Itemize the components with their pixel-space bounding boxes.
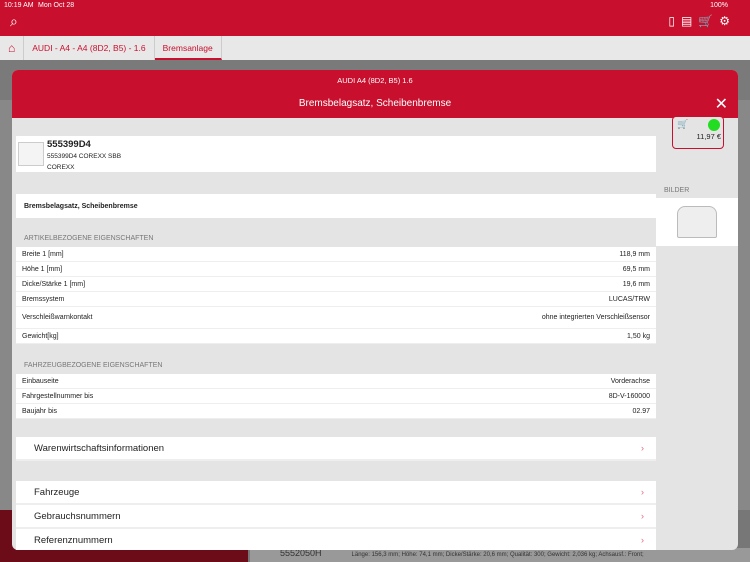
nav-group-2: Fahrzeuge › Gebrauchsnummern › Referenznumme…: [16, 481, 656, 550]
chevron-right-icon: ›: [640, 486, 644, 498]
property-value: Vorderachse: [610, 377, 650, 385]
stock-indicator: [708, 119, 720, 131]
chevron-right-icon: ›: [640, 442, 644, 454]
property-row: Bremssystem LUCAS/TRW: [16, 292, 656, 307]
chevron-right-icon: ›: [640, 510, 644, 522]
article-card: 555399D4 555399D4 COREXX SBB COREXX: [16, 136, 656, 172]
property-label: Baujahr bis: [22, 407, 58, 415]
nav-label: Referenznummern: [34, 534, 113, 546]
property-label: Dicke/Stärke 1 [mm]: [22, 280, 86, 288]
article-brand: COREXX: [47, 164, 75, 171]
status-date: Mon Oct 28: [38, 2, 75, 9]
property-value: 02.97: [632, 407, 650, 415]
nav-label: Gebrauchsnummern: [34, 510, 121, 522]
property-label: Breite 1 [mm]: [22, 250, 64, 258]
modal-header: AUDI A4 (8D2, B5) 1.6 Bremsbelagsatz, Sc…: [12, 70, 738, 118]
app-header: 10:19 AM Mon Oct 28 100% ⌕ ▯▤🛒⚙: [0, 0, 750, 36]
close-icon[interactable]: ✕: [715, 94, 728, 114]
nav-fahrzeuge[interactable]: Fahrzeuge ›: [16, 481, 656, 505]
property-row: Höhe 1 [mm] 69,5 mm: [16, 262, 656, 277]
property-value: 19,6 mm: [622, 280, 650, 288]
property-row: Fahrgestellnummer bis 8D-V-160000: [16, 389, 656, 404]
article-desc: 555399D4 COREXX SBB: [47, 153, 122, 160]
vehicle-props-title: FAHRZEUGBEZOGENE EIGENSCHAFTEN: [24, 362, 163, 369]
property-value: ohne integrierten Verschleißsensor: [541, 314, 650, 321]
breadcrumb-vehicle[interactable]: AUDI - A4 - A4 (8D2, B5) - 1.6: [24, 36, 155, 60]
breadcrumb: ⌂ AUDI - A4 - A4 (8D2, B5) - 1.6 Bremsan…: [0, 36, 750, 60]
status-time: 10:19 AM: [4, 2, 34, 9]
property-value: 118,9 mm: [619, 250, 650, 258]
vehicle-props-table: Einbauseite Vorderachse Fahrgestellnummer …: [16, 374, 656, 419]
battery-level: 100%: [710, 2, 728, 9]
property-label: Gewicht[kg]: [22, 332, 59, 340]
images-label: BILDER: [664, 187, 690, 194]
property-label: Fahrgestellnummer bis: [22, 392, 94, 400]
modal-vehicle: AUDI A4 (8D2, B5) 1.6: [337, 76, 413, 85]
article-props-title: ARTIKELBEZOGENE EIGENSCHAFTEN: [24, 235, 154, 242]
breadcrumb-category[interactable]: Bremsanlage: [154, 36, 222, 60]
property-label: Einbauseite: [22, 377, 59, 385]
bg-desc: Länge: 156,3 mm; Höhe: 74,1 mm; Dicke/St…: [351, 552, 644, 558]
property-row: Gewicht[kg] 1,50 kg: [16, 329, 656, 344]
nav-referenznummern[interactable]: Referenznummern ›: [16, 529, 656, 550]
property-row: Baujahr bis 02.97: [16, 404, 656, 419]
property-label: Höhe 1 [mm]: [22, 265, 63, 273]
property-value: LUCAS/TRW: [608, 295, 650, 303]
add-to-cart-button[interactable]: 🛒 11,97 €: [672, 116, 724, 149]
category-card: Bremsbelagsatz, Scheibenbremse: [16, 194, 656, 218]
background-row: 5552050H Länge: 156,3 mm; Höhe: 74,1 mm; …: [250, 548, 750, 562]
cart-add-icon: 🛒: [677, 119, 689, 129]
article-detail-modal: AUDI A4 (8D2, B5) 1.6 Bremsbelagsatz, Sc…: [12, 70, 738, 550]
toolbar-icons[interactable]: ▯▤🛒⚙: [668, 14, 736, 28]
property-value: 1,50 kg: [627, 332, 650, 340]
nav-label: Warenwirtschaftsinformationen: [34, 442, 165, 454]
home-icon[interactable]: ⌂: [0, 36, 25, 60]
property-row: Einbauseite Vorderachse: [16, 374, 656, 389]
article-thumbnail[interactable]: [18, 142, 44, 166]
property-label: Verschleißwarnkontakt: [22, 314, 93, 321]
property-row: Verschleißwarnkontakt ohne integrierten V…: [16, 307, 656, 329]
modal-title: Bremsbelagsatz, Scheibenbremse: [298, 98, 452, 109]
article-image[interactable]: [656, 198, 738, 246]
property-label: Bremssystem: [22, 295, 65, 303]
property-value: 8D-V-160000: [608, 392, 650, 400]
nav-label: Fahrzeuge: [34, 486, 80, 498]
property-row: Dicke/Stärke 1 [mm] 19,6 mm: [16, 277, 656, 292]
article-props-table: Breite 1 [mm] 118,9 mm Höhe 1 [mm] 69,5 mm D…: [16, 247, 656, 344]
article-number: 555399D4: [47, 139, 91, 150]
price: 11,97 €: [696, 132, 721, 141]
chevron-right-icon: ›: [640, 534, 644, 546]
nav-warenwirtschaft[interactable]: Warenwirtschaftsinformationen ›: [16, 437, 656, 461]
nav-gebrauchsnummern[interactable]: Gebrauchsnummern ›: [16, 505, 656, 529]
search-icon[interactable]: ⌕: [10, 13, 18, 30]
property-value: 69,5 mm: [622, 265, 650, 273]
nav-group-1: Warenwirtschaftsinformationen ›: [16, 437, 656, 461]
property-row: Breite 1 [mm] 118,9 mm: [16, 247, 656, 262]
